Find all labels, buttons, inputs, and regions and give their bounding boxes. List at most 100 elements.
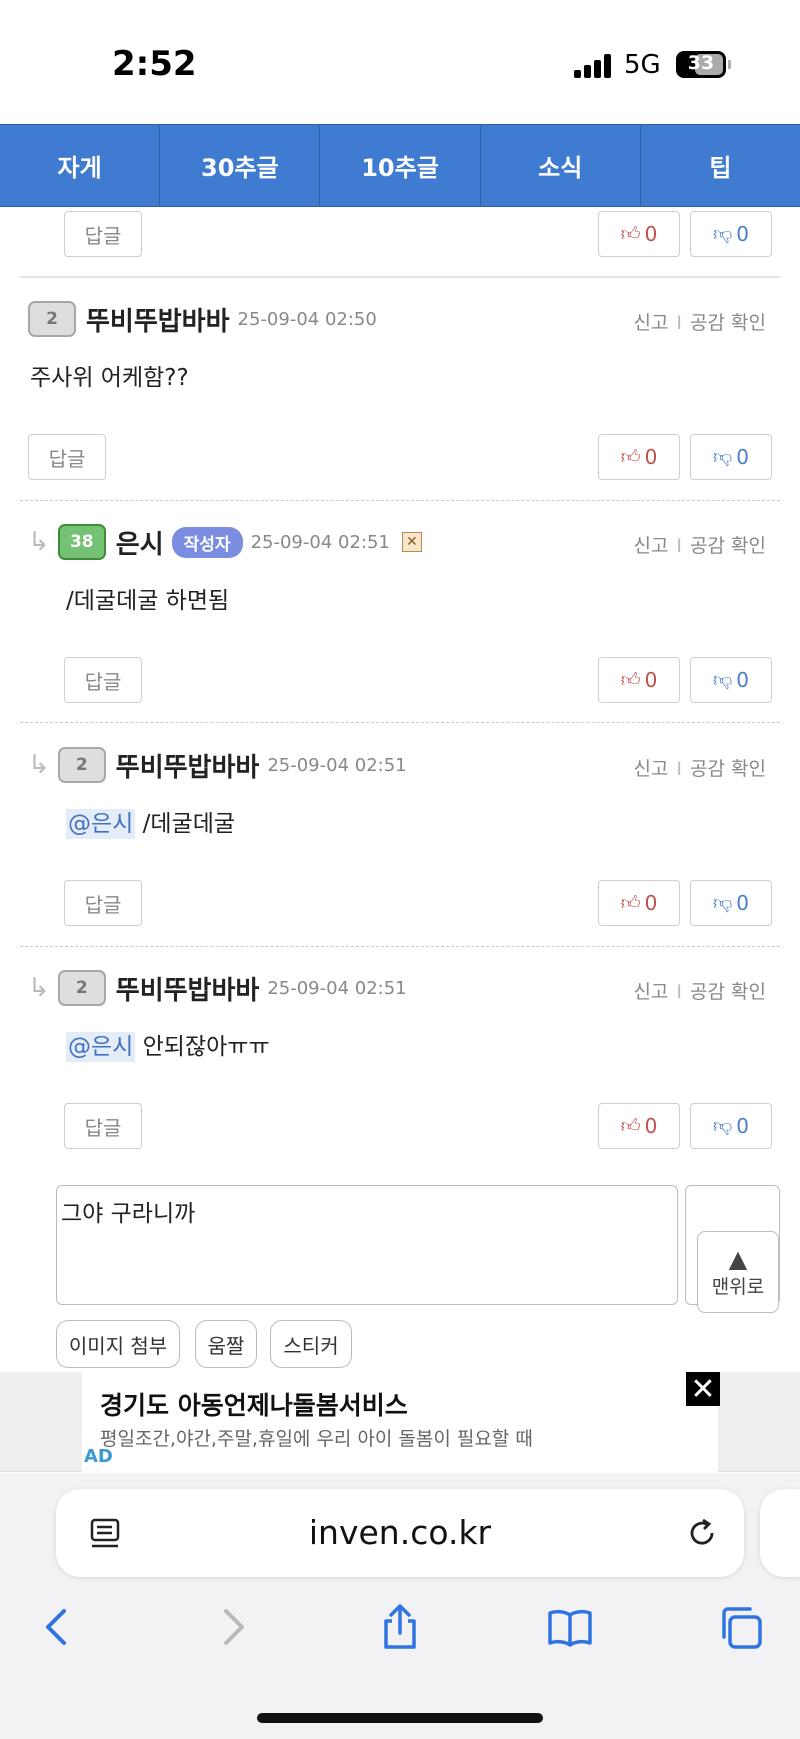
upvote-button[interactable]: 👍︎ 0: [598, 434, 680, 480]
close-icon[interactable]: ✕: [686, 1372, 720, 1407]
ad-banner-wrap: 경기도 아동언제나돌봄서비스 평일조간,야간,주말,휴일에 우리 아이 돌봄이 …: [0, 1372, 800, 1472]
address-bar[interactable]: inven.co.kr: [56, 1489, 744, 1577]
thumb-down-icon: 👎︎: [712, 445, 733, 468]
level-badge: 2: [57, 970, 106, 1006]
report-link[interactable]: 신고: [633, 758, 668, 780]
upvote-button[interactable]: 👍︎ 0: [598, 657, 680, 703]
home-indicator[interactable]: [257, 1713, 543, 1723]
bookmarks-icon[interactable]: [546, 1603, 594, 1651]
empathy-link[interactable]: 공감 확인: [690, 312, 766, 334]
url-text: inven.co.kr: [308, 1513, 492, 1552]
thumb-up-icon: 👍︎: [620, 891, 641, 914]
comment-text: /데굴데굴 하면됨: [66, 588, 230, 614]
delete-icon[interactable]: ✕: [401, 532, 422, 552]
comment-date: 25-09-04 02:51: [267, 754, 407, 776]
reply-arrow-icon: ↳: [28, 527, 50, 557]
comment-actions: 신고 I 공감 확인: [633, 754, 766, 781]
level-badge: 2: [57, 747, 106, 783]
ad-description: 평일조간,야간,주말,휴일에 우리 아이 돌봄이 필요할 때: [100, 1428, 533, 1450]
reply-button[interactable]: 답글: [64, 880, 142, 926]
downvote-button[interactable]: 👎︎ 0: [690, 657, 772, 703]
upvote-count: 0: [644, 891, 658, 915]
next-tab-preview[interactable]: [760, 1489, 800, 1577]
network-label: 5G: [624, 50, 661, 80]
upvote-button[interactable]: 👍︎ 0: [598, 880, 680, 926]
separator: I: [676, 758, 683, 780]
tab-news[interactable]: 소식: [481, 125, 641, 206]
browser-toolbar: inven.co.kr: [0, 1473, 800, 1739]
downvote-count: 0: [736, 891, 750, 915]
share-icon[interactable]: [376, 1603, 424, 1651]
comment-author[interactable]: 뚜비뚜밥바바: [116, 970, 260, 1007]
comment-author[interactable]: 뚜비뚜밥바바: [86, 301, 230, 338]
tab-10-recommend[interactable]: 10추글: [320, 125, 481, 206]
mention-link[interactable]: @은시: [66, 1032, 136, 1062]
scroll-top-label: 맨위로: [711, 1275, 765, 1298]
tab-30-recommend[interactable]: 30추글: [160, 125, 321, 206]
comment-text: 주사위 어케함??: [30, 365, 189, 391]
report-link[interactable]: 신고: [633, 312, 668, 334]
upvote-button[interactable]: 👍︎ 0: [598, 211, 680, 257]
reply-button[interactable]: 답글: [64, 1103, 142, 1149]
separator: I: [676, 312, 683, 334]
thumb-down-icon: 👎︎: [712, 222, 733, 245]
separator: I: [676, 535, 683, 557]
mention-link[interactable]: @은시: [66, 809, 136, 839]
empathy-link[interactable]: 공감 확인: [690, 535, 766, 557]
downvote-count: 0: [736, 222, 750, 246]
upvote-count: 0: [644, 668, 658, 692]
comment-input[interactable]: 그야 구라니까: [56, 1185, 678, 1305]
battery-level: 33: [687, 52, 715, 74]
divider: [20, 500, 780, 501]
comment-author[interactable]: 뚜비뚜밥바바: [116, 747, 260, 784]
thumb-down-icon: 👎︎: [712, 1114, 733, 1137]
scroll-top-button[interactable]: ▲ 맨위로: [697, 1231, 779, 1313]
comment-date: 25-09-04 02:51: [267, 977, 407, 999]
thumb-down-icon: 👎︎: [712, 668, 733, 691]
downvote-button[interactable]: 👎︎ 0: [690, 434, 772, 480]
downvote-count: 0: [736, 1114, 750, 1138]
reply-button[interactable]: 답글: [64, 657, 142, 703]
attach-sticker-button[interactable]: 스티커: [270, 1320, 352, 1368]
back-icon[interactable]: [34, 1603, 82, 1651]
upvote-count: 0: [644, 445, 658, 469]
battery-nub: [728, 60, 731, 69]
tab-free-board[interactable]: 자게: [0, 125, 161, 206]
tabs-icon[interactable]: [716, 1603, 764, 1651]
empathy-link[interactable]: 공감 확인: [690, 758, 766, 780]
comment-header: ↳ 2 뚜비뚜밥바바 25-09-04 02:51: [28, 968, 407, 1008]
comment-body: 안되잖아ㅠㅠ: [142, 1034, 270, 1060]
empathy-link[interactable]: 공감 확인: [690, 981, 766, 1003]
reply-button[interactable]: 답글: [28, 434, 106, 480]
comment-author[interactable]: 은시: [116, 524, 164, 561]
downvote-count: 0: [736, 445, 750, 469]
attach-gif-button[interactable]: 움짤: [195, 1320, 257, 1368]
reply-button[interactable]: 답글: [64, 211, 142, 257]
downvote-button[interactable]: 👎︎ 0: [690, 211, 772, 257]
reply-arrow-icon: ↳: [28, 973, 50, 1003]
ad-tag: AD: [84, 1446, 113, 1467]
comment-date: 25-09-04 02:51: [250, 531, 390, 553]
board-tabs: 자게 30추글 10추글 소식 팁: [0, 124, 800, 207]
upvote-button[interactable]: 👍︎ 0: [598, 1103, 680, 1149]
level-badge: 2: [28, 301, 76, 337]
comment-header: ↳ 38 은시 작성자 25-09-04 02:51 ✕: [28, 522, 422, 562]
comment-text: @은시 안되잖아ㅠㅠ: [66, 1027, 270, 1062]
report-link[interactable]: 신고: [633, 535, 668, 557]
thumb-down-icon: 👎︎: [712, 891, 733, 914]
upvote-count: 0: [644, 222, 658, 246]
level-badge: 38: [57, 524, 106, 560]
signal-icon: [574, 54, 612, 78]
attach-image-button[interactable]: 이미지 첨부: [56, 1320, 180, 1368]
downvote-button[interactable]: 👎︎ 0: [690, 1103, 772, 1149]
comment-header: ↳ 2 뚜비뚜밥바바 25-09-04 02:51: [28, 745, 407, 785]
downvote-button[interactable]: 👎︎ 0: [690, 880, 772, 926]
forward-icon[interactable]: [208, 1603, 256, 1651]
ad-banner[interactable]: 경기도 아동언제나돌봄서비스 평일조간,야간,주말,휴일에 우리 아이 돌봄이 …: [82, 1372, 718, 1472]
reply-arrow-icon: ↳: [28, 750, 50, 780]
report-link[interactable]: 신고: [633, 981, 668, 1003]
ad-title: 경기도 아동언제나돌봄서비스: [100, 1391, 408, 1420]
tab-tips[interactable]: 팁: [641, 125, 800, 206]
reload-icon[interactable]: [684, 1515, 720, 1551]
comment-body: /데굴데굴: [142, 811, 236, 837]
